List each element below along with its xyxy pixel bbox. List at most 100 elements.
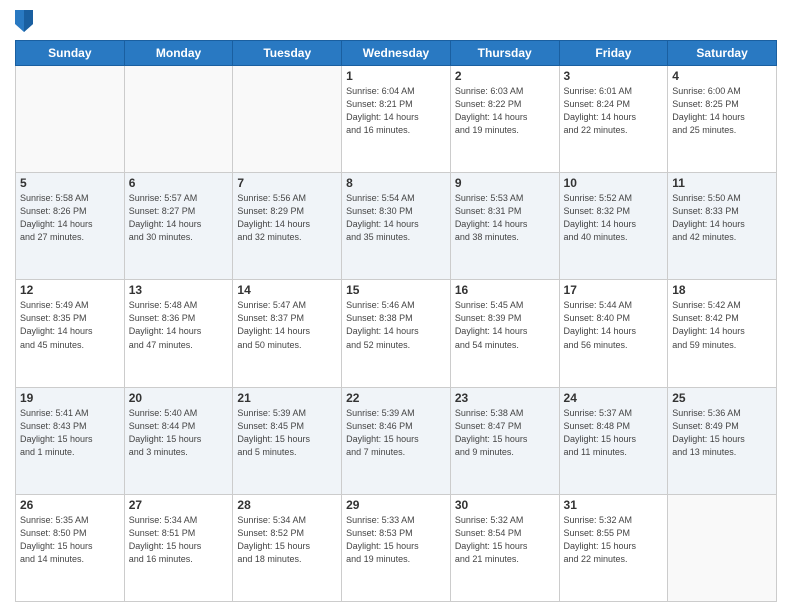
- calendar-cell: 17 Sunrise: 5:44 AMSunset: 8:40 PMDayligh…: [559, 280, 668, 387]
- calendar-cell: 18 Sunrise: 5:42 AMSunset: 8:42 PMDayligh…: [668, 280, 777, 387]
- day-info: Sunrise: 5:34 AMSunset: 8:51 PMDaylight:…: [129, 514, 229, 566]
- calendar-cell: 25Sunrise: 5:36 AMSunset: 8:49 PMDayligh…: [668, 387, 777, 494]
- calendar-cell: 13 Sunrise: 5:48 AMSunset: 8:36 PMDayligh…: [124, 280, 233, 387]
- day-info: Sunrise: 6:03 AMSunset: 8:22 PMDaylight:…: [455, 85, 555, 137]
- day-number: 21: [237, 391, 337, 405]
- weekday-header-row: SundayMondayTuesdayWednesdayThursdayFrid…: [16, 41, 777, 66]
- day-number: 11: [672, 176, 772, 190]
- day-number: 4: [672, 69, 772, 83]
- day-info: Sunrise: 5:54 AMSunset: 8:30 PMDaylight:…: [346, 192, 446, 244]
- logo: [15, 10, 35, 32]
- calendar-cell: 12 Sunrise: 5:49 AMSunset: 8:35 PMDayligh…: [16, 280, 125, 387]
- day-info: Sunrise: 5:39 AMSunset: 8:45 PMDaylight:…: [237, 407, 337, 459]
- day-info: Sunrise: 5:33 AMSunset: 8:53 PMDaylight:…: [346, 514, 446, 566]
- day-number: 26: [20, 498, 120, 512]
- day-info: Sunrise: 5:40 AMSunset: 8:44 PMDaylight:…: [129, 407, 229, 459]
- calendar-cell: 24Sunrise: 5:37 AMSunset: 8:48 PMDayligh…: [559, 387, 668, 494]
- day-info: Sunrise: 5:41 AMSunset: 8:43 PMDaylight:…: [20, 407, 120, 459]
- day-info: Sunrise: 5:32 AMSunset: 8:54 PMDaylight:…: [455, 514, 555, 566]
- day-number: 30: [455, 498, 555, 512]
- day-info: Sunrise: 5:58 AMSunset: 8:26 PMDaylight:…: [20, 192, 120, 244]
- calendar-cell: 28 Sunrise: 5:34 AMSunset: 8:52 PMDayligh…: [233, 494, 342, 601]
- calendar-cell: 8 Sunrise: 5:54 AMSunset: 8:30 PMDaylight…: [342, 173, 451, 280]
- calendar-week-row: 5 Sunrise: 5:58 AMSunset: 8:26 PMDaylight…: [16, 173, 777, 280]
- weekday-header-sunday: Sunday: [16, 41, 125, 66]
- calendar-cell: [668, 494, 777, 601]
- day-info: Sunrise: 5:42 AMSunset: 8:42 PMDaylight:…: [672, 299, 772, 351]
- day-info: Sunrise: 5:36 AMSunset: 8:49 PMDaylight:…: [672, 407, 772, 459]
- day-number: 1: [346, 69, 446, 83]
- day-number: 3: [564, 69, 664, 83]
- day-info: Sunrise: 5:39 AMSunset: 8:46 PMDaylight:…: [346, 407, 446, 459]
- calendar-cell: 10 Sunrise: 5:52 AMSunset: 8:32 PMDayligh…: [559, 173, 668, 280]
- calendar-cell: 3 Sunrise: 6:01 AMSunset: 8:24 PMDaylight…: [559, 66, 668, 173]
- calendar-cell: 6 Sunrise: 5:57 AMSunset: 8:27 PMDaylight…: [124, 173, 233, 280]
- day-info: Sunrise: 5:47 AMSunset: 8:37 PMDaylight:…: [237, 299, 337, 351]
- calendar-cell: 22 Sunrise: 5:39 AMSunset: 8:46 PMDayligh…: [342, 387, 451, 494]
- weekday-header-monday: Monday: [124, 41, 233, 66]
- day-number: 18: [672, 283, 772, 297]
- day-number: 12: [20, 283, 120, 297]
- calendar-week-row: 1 Sunrise: 6:04 AMSunset: 8:21 PMDaylight…: [16, 66, 777, 173]
- calendar-cell: [16, 66, 125, 173]
- day-info: Sunrise: 6:01 AMSunset: 8:24 PMDaylight:…: [564, 85, 664, 137]
- weekday-header-tuesday: Tuesday: [233, 41, 342, 66]
- day-info: Sunrise: 5:37 AMSunset: 8:48 PMDaylight:…: [564, 407, 664, 459]
- day-info: Sunrise: 5:49 AMSunset: 8:35 PMDaylight:…: [20, 299, 120, 351]
- calendar-cell: 30 Sunrise: 5:32 AMSunset: 8:54 PMDayligh…: [450, 494, 559, 601]
- calendar-cell: 21 Sunrise: 5:39 AMSunset: 8:45 PMDayligh…: [233, 387, 342, 494]
- calendar-cell: 1 Sunrise: 6:04 AMSunset: 8:21 PMDaylight…: [342, 66, 451, 173]
- day-info: Sunrise: 5:57 AMSunset: 8:27 PMDaylight:…: [129, 192, 229, 244]
- day-info: Sunrise: 5:34 AMSunset: 8:52 PMDaylight:…: [237, 514, 337, 566]
- day-number: 29: [346, 498, 446, 512]
- calendar-cell: [124, 66, 233, 173]
- day-number: 19: [20, 391, 120, 405]
- day-info: Sunrise: 5:48 AMSunset: 8:36 PMDaylight:…: [129, 299, 229, 351]
- calendar-cell: 7Sunrise: 5:56 AMSunset: 8:29 PMDaylight…: [233, 173, 342, 280]
- weekday-header-friday: Friday: [559, 41, 668, 66]
- day-number: 28: [237, 498, 337, 512]
- day-number: 6: [129, 176, 229, 190]
- calendar-cell: 19 Sunrise: 5:41 AMSunset: 8:43 PMDayligh…: [16, 387, 125, 494]
- day-number: 8: [346, 176, 446, 190]
- day-info: Sunrise: 5:50 AMSunset: 8:33 PMDaylight:…: [672, 192, 772, 244]
- day-number: 15: [346, 283, 446, 297]
- calendar-cell: 14 Sunrise: 5:47 AMSunset: 8:37 PMDayligh…: [233, 280, 342, 387]
- calendar-cell: 26 Sunrise: 5:35 AMSunset: 8:50 PMDayligh…: [16, 494, 125, 601]
- calendar-cell: 11 Sunrise: 5:50 AMSunset: 8:33 PMDayligh…: [668, 173, 777, 280]
- calendar-week-row: 19 Sunrise: 5:41 AMSunset: 8:43 PMDayligh…: [16, 387, 777, 494]
- calendar-cell: 9 Sunrise: 5:53 AMSunset: 8:31 PMDaylight…: [450, 173, 559, 280]
- day-number: 27: [129, 498, 229, 512]
- header: [15, 10, 777, 32]
- calendar-cell: 15 Sunrise: 5:46 AMSunset: 8:38 PMDayligh…: [342, 280, 451, 387]
- day-info: Sunrise: 6:04 AMSunset: 8:21 PMDaylight:…: [346, 85, 446, 137]
- day-number: 13: [129, 283, 229, 297]
- calendar-cell: [233, 66, 342, 173]
- page: SundayMondayTuesdayWednesdayThursdayFrid…: [0, 0, 792, 612]
- day-number: 9: [455, 176, 555, 190]
- day-info: Sunrise: 5:45 AMSunset: 8:39 PMDaylight:…: [455, 299, 555, 351]
- weekday-header-saturday: Saturday: [668, 41, 777, 66]
- day-number: 14: [237, 283, 337, 297]
- day-number: 22: [346, 391, 446, 405]
- calendar-cell: 5 Sunrise: 5:58 AMSunset: 8:26 PMDaylight…: [16, 173, 125, 280]
- day-number: 10: [564, 176, 664, 190]
- day-info: Sunrise: 5:35 AMSunset: 8:50 PMDaylight:…: [20, 514, 120, 566]
- day-info: Sunrise: 5:44 AMSunset: 8:40 PMDaylight:…: [564, 299, 664, 351]
- day-number: 31: [564, 498, 664, 512]
- day-number: 16: [455, 283, 555, 297]
- day-info: Sunrise: 5:53 AMSunset: 8:31 PMDaylight:…: [455, 192, 555, 244]
- calendar-table: SundayMondayTuesdayWednesdayThursdayFrid…: [15, 40, 777, 602]
- calendar-cell: 4 Sunrise: 6:00 AMSunset: 8:25 PMDaylight…: [668, 66, 777, 173]
- day-info: Sunrise: 5:38 AMSunset: 8:47 PMDaylight:…: [455, 407, 555, 459]
- day-number: 5: [20, 176, 120, 190]
- calendar-cell: 27 Sunrise: 5:34 AMSunset: 8:51 PMDayligh…: [124, 494, 233, 601]
- calendar-week-row: 12 Sunrise: 5:49 AMSunset: 8:35 PMDayligh…: [16, 280, 777, 387]
- day-number: 17: [564, 283, 664, 297]
- calendar-cell: 23Sunrise: 5:38 AMSunset: 8:47 PMDayligh…: [450, 387, 559, 494]
- day-info: Sunrise: 6:00 AMSunset: 8:25 PMDaylight:…: [672, 85, 772, 137]
- logo-icon: [15, 10, 33, 32]
- calendar-cell: 31Sunrise: 5:32 AMSunset: 8:55 PMDayligh…: [559, 494, 668, 601]
- day-info: Sunrise: 5:52 AMSunset: 8:32 PMDaylight:…: [564, 192, 664, 244]
- day-info: Sunrise: 5:46 AMSunset: 8:38 PMDaylight:…: [346, 299, 446, 351]
